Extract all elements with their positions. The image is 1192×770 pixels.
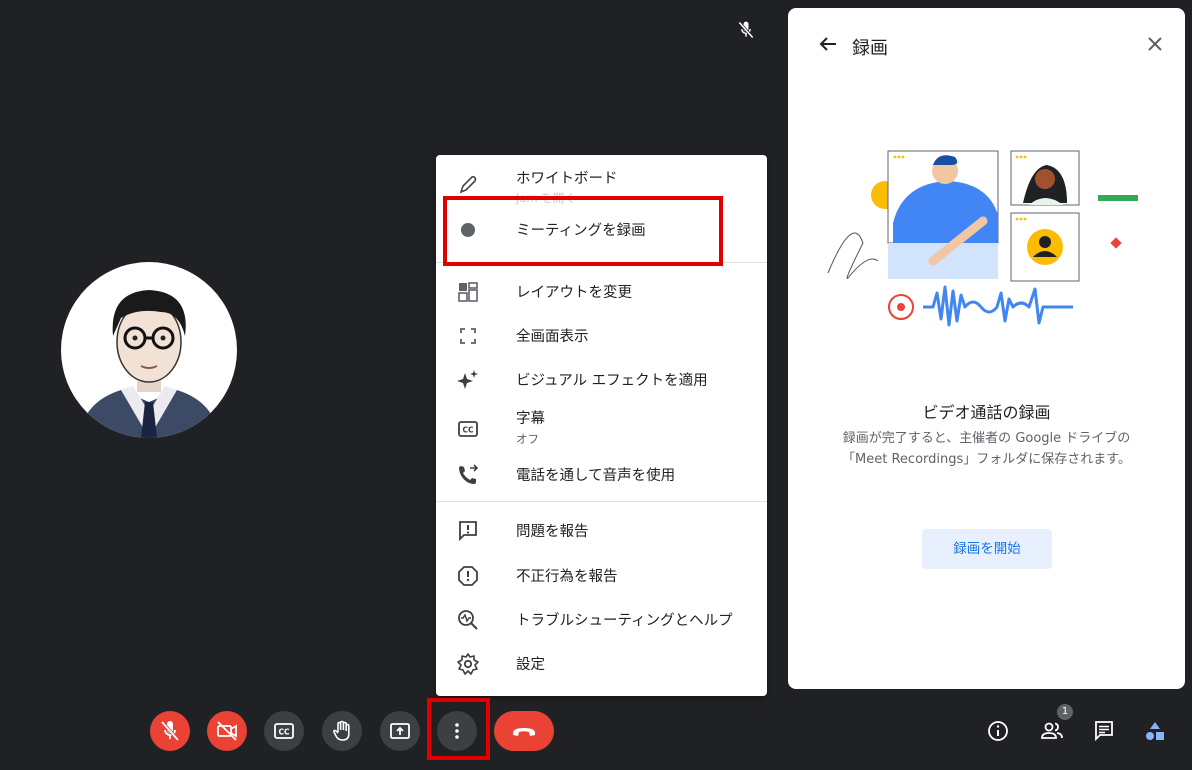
- menu-item-report-problem[interactable]: 問題を報告: [436, 511, 767, 551]
- menu-item-label: 問題を報告: [516, 524, 589, 540]
- hand-icon: [333, 720, 350, 741]
- feedback-icon: [459, 521, 477, 542]
- svg-text:CC: CC: [462, 426, 474, 435]
- gear-icon: [457, 653, 479, 675]
- layout-icon: [458, 282, 478, 302]
- meeting-info-icon[interactable]: [986, 719, 1010, 743]
- participants-count-badge: 1: [1057, 704, 1073, 720]
- sparkle-icon: [457, 370, 478, 389]
- back-arrow-icon[interactable]: [816, 32, 840, 56]
- menu-item-settings[interactable]: 設定: [436, 644, 767, 684]
- menu-item-label: 不正行為を報告: [516, 569, 618, 585]
- chat-icon[interactable]: [1092, 719, 1116, 743]
- menu-item-phone-audio[interactable]: 電話を通して音声を使用: [436, 455, 767, 495]
- camera-toggle-button[interactable]: [207, 711, 247, 751]
- troubleshoot-icon: [458, 610, 478, 630]
- menu-item-fullscreen[interactable]: 全画面表示: [436, 316, 767, 356]
- panel-description: 録画が完了すると、主催者の Google ドライブの「Meet Recordin…: [842, 431, 1131, 467]
- menu-item-label: 電話を通して音声を使用: [516, 468, 676, 484]
- menu-item-label: レイアウトを変更: [516, 285, 632, 301]
- leave-call-button[interactable]: [494, 711, 554, 751]
- people-icon[interactable]: [1040, 719, 1064, 743]
- cc-icon: CC: [274, 723, 294, 739]
- recording-illustration: [827, 150, 1138, 327]
- menu-divider: [436, 501, 767, 502]
- phone-forward-icon: [459, 464, 479, 484]
- mic-toggle-button[interactable]: [150, 711, 190, 751]
- panel-title: 録画: [852, 38, 888, 59]
- activities-icon[interactable]: [1143, 719, 1167, 743]
- mic-off-icon: [738, 21, 754, 39]
- raise-hand-button[interactable]: [322, 711, 362, 751]
- participant-avatar: [61, 262, 237, 438]
- svg-text:CC: CC: [278, 728, 290, 737]
- menu-item-captions[interactable]: CC 字幕 オフ: [436, 405, 767, 451]
- fullscreen-icon: [460, 328, 476, 344]
- menu-item-report-abuse[interactable]: 不正行為を報告: [436, 556, 767, 596]
- start-recording-button[interactable]: 録画を開始: [922, 529, 1052, 569]
- menu-item-visual-effects[interactable]: ビジュアル エフェクトを適用: [436, 360, 767, 400]
- present-screen-button[interactable]: [380, 711, 420, 751]
- menu-item-change-layout[interactable]: レイアウトを変更: [436, 272, 767, 312]
- highlight-record-meeting: [443, 196, 723, 266]
- menu-item-label: 全画面表示: [516, 329, 589, 345]
- close-icon[interactable]: [1143, 32, 1167, 56]
- cc-icon: CC: [458, 421, 478, 437]
- menu-item-label: トラブルシューティングとヘルプ: [516, 613, 733, 629]
- more-options-button[interactable]: [437, 711, 477, 751]
- menu-item-label: 設定: [516, 657, 545, 673]
- more-vert-icon: [455, 723, 459, 739]
- menu-item-label: ビジュアル エフェクトを適用: [516, 373, 708, 389]
- camera-off-icon: [217, 721, 237, 741]
- menu-item-label: ホワイトボード: [516, 171, 618, 187]
- menu-item-sublabel: オフ: [516, 432, 539, 446]
- panel-heading: ビデオ通話の録画: [922, 403, 1051, 422]
- mic-off-icon: [160, 720, 180, 742]
- menu-item-troubleshooting[interactable]: トラブルシューティングとヘルプ: [436, 600, 767, 640]
- present-icon: [390, 723, 410, 739]
- report-icon: [458, 566, 478, 586]
- pencil-icon: [459, 175, 477, 194]
- captions-button[interactable]: CC: [264, 711, 304, 751]
- menu-item-label: 字幕: [516, 411, 545, 427]
- hang-up-icon: [513, 728, 535, 736]
- recording-panel: 録画 ビデオ通話の録画 録画が完了すると、主催者の Google ドライブの「M…: [788, 8, 1185, 689]
